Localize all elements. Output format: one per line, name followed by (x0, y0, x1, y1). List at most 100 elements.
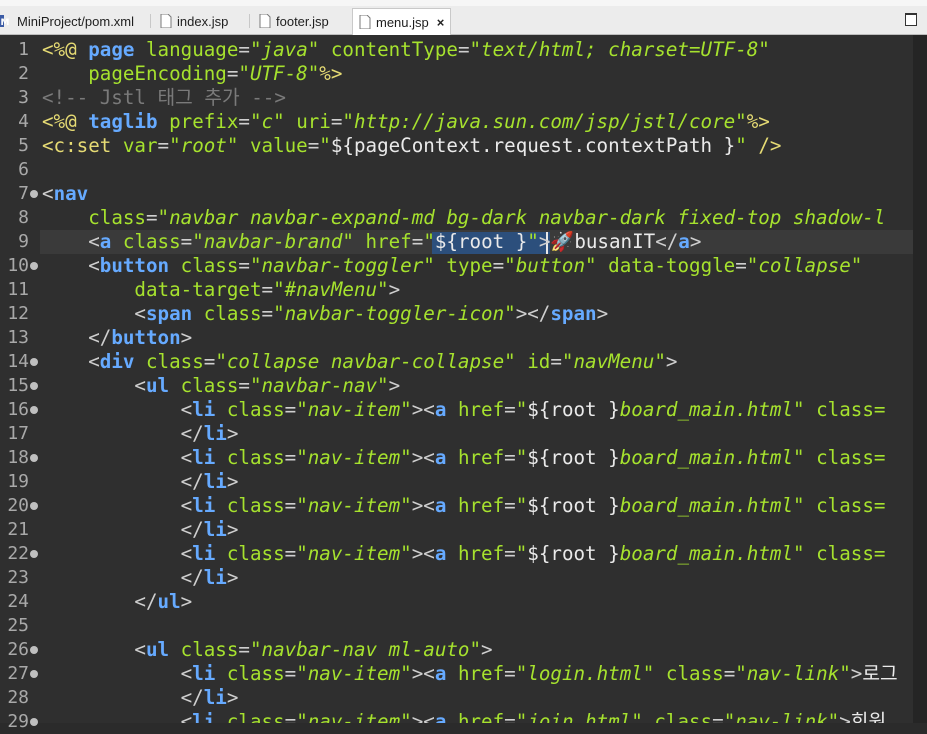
code-token: href (457, 446, 505, 469)
tab-label: index.jsp (177, 13, 229, 29)
code-line[interactable]: <li class="nav-item"><a href="login.html… (42, 662, 898, 686)
fold-toggle-icon[interactable] (30, 646, 38, 654)
code-line[interactable]: <ul class="navbar-nav"> (42, 374, 400, 398)
code-editor[interactable]: 1 2 3 4 5 6 7 8 9 10 11 12 13 14 15 16 17 18 19 20 21 22 23 24 2… (0, 35, 927, 732)
code-token: > (665, 350, 678, 373)
code-line[interactable]: <li class="nav-item"><a href="${root }bo… (42, 446, 886, 470)
line-number: 24 (7, 591, 29, 612)
code-line[interactable]: </li> (42, 566, 239, 590)
code-line[interactable]: </ul> (42, 590, 192, 614)
code-token: type (446, 254, 493, 277)
code-line[interactable]: </li> (42, 422, 239, 446)
code-line[interactable]: <%@ taglib prefix="c" uri="http://java.s… (42, 110, 770, 134)
fold-toggle-icon[interactable] (30, 382, 38, 390)
code-token: = (284, 494, 297, 517)
line-number: 12 (7, 303, 29, 324)
code-token: = (180, 230, 193, 253)
code-line[interactable]: <%@ page language="java" contentType="te… (42, 38, 770, 62)
code-token: "login.html" (515, 662, 655, 685)
code-token: = (238, 638, 250, 661)
vertical-scrollbar[interactable] (913, 35, 927, 723)
code-token: < (180, 446, 193, 469)
code-line[interactable]: class="navbar navbar-expand-md bg-dark n… (42, 206, 885, 230)
tab-label: MiniProject/pom.xml (17, 13, 135, 29)
xml-file-icon: M (0, 14, 12, 28)
tab-menu-jsp[interactable]: menu.jsp × (352, 8, 452, 35)
code-token: class (203, 302, 262, 325)
fold-toggle-icon[interactable] (30, 262, 38, 270)
code-line[interactable]: data-target="#navMenu"> (42, 278, 400, 302)
code-line[interactable]: <span class="navbar-toggler-icon"></span… (42, 302, 608, 326)
code-line[interactable]: <li class="nav-item"><a href="${root }bo… (42, 494, 886, 518)
tab-index-jsp[interactable]: index.jsp (150, 8, 229, 34)
code-token: button (111, 326, 181, 349)
code-token: board_main.html" (619, 446, 805, 469)
code-line[interactable]: <button class="navbar-toggler" type="but… (42, 254, 862, 278)
code-line[interactable]: </button> (42, 326, 192, 350)
code-line[interactable]: <a class="navbar-brand" href="${root }">… (42, 230, 701, 254)
code-token: > (850, 662, 863, 685)
code-token: = (504, 494, 516, 517)
code-token: </ (88, 326, 112, 349)
code-line[interactable]: </li> (42, 518, 239, 542)
code-token: " (515, 542, 528, 565)
code-token: "nav-item" (296, 494, 412, 517)
code-line[interactable]: <li class="nav-item"><a href="${root }bo… (42, 542, 886, 566)
code-line[interactable]: <ul class="navbar-nav ml-auto"> (42, 638, 492, 662)
fold-toggle-icon[interactable] (30, 670, 38, 678)
close-tab-icon[interactable]: × (437, 15, 445, 30)
code-token: href (365, 230, 412, 253)
line-number: 1 (18, 39, 29, 60)
fold-toggle-icon[interactable] (30, 718, 38, 726)
fold-toggle-icon[interactable] (30, 358, 38, 366)
code-line[interactable]: </li> (42, 686, 239, 710)
code-token: "http://java.sun.com/jsp/jstl/core" (342, 110, 747, 133)
editor-tab-bar: M MiniProject/pom.xml index.jsp footer.j… (0, 0, 927, 35)
code-token: < (180, 398, 193, 421)
fold-toggle-icon[interactable] (30, 406, 38, 414)
code-token: " (527, 230, 539, 253)
code-token: class= (816, 494, 886, 517)
code-area[interactable]: <%@ page language="java" contentType="te… (42, 35, 927, 723)
code-line[interactable]: pageEncoding="UTF-8"%> (42, 62, 342, 86)
code-token: > (226, 470, 239, 493)
code-token: a (678, 230, 690, 253)
tab-footer-jsp[interactable]: footer.jsp (249, 8, 329, 34)
code-line[interactable]: <div class="collapse navbar-collapse" id… (42, 350, 677, 374)
maximize-editor-icon[interactable] (905, 13, 917, 26)
code-line[interactable]: <li class="nav-item"><a href="${root }bo… (42, 398, 886, 422)
fold-toggle-icon[interactable] (30, 190, 38, 198)
tab-pom-xml[interactable]: M MiniProject/pom.xml (0, 8, 134, 34)
code-token: ul (145, 638, 170, 661)
code-token: = (284, 446, 297, 469)
code-line[interactable]: </li> (42, 470, 239, 494)
code-line[interactable]: <!-- Jstl 태그 추가 --> (42, 86, 286, 110)
code-line[interactable]: <c:set var="root" value="${pageContext.r… (42, 134, 781, 158)
code-token: class (226, 662, 285, 685)
line-number: 10 (7, 255, 29, 276)
line-number: 9 (18, 231, 29, 252)
code-token: = (504, 710, 516, 723)
code-token: = (492, 254, 505, 277)
code-line[interactable]: <li class="nav-item"><a href="join.html"… (42, 710, 886, 723)
code-line[interactable]: <nav (42, 182, 88, 206)
fold-toggle-icon[interactable] (30, 502, 38, 510)
fold-toggle-icon[interactable] (30, 550, 38, 558)
svg-text:M: M (1, 18, 10, 28)
code-token: "nav-item" (296, 662, 412, 685)
code-token: = (284, 662, 297, 685)
code-token: " (515, 494, 528, 517)
fold-toggle-icon[interactable] (30, 454, 38, 462)
